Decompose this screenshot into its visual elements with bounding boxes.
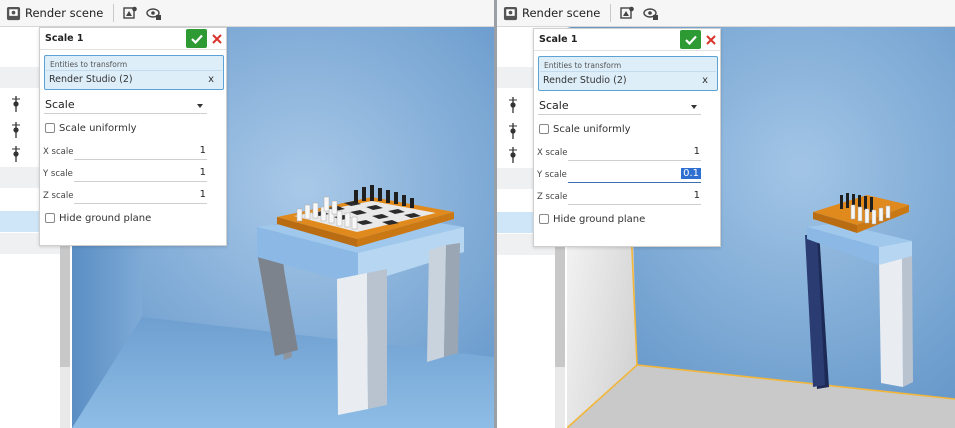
- y-scale-row: Y scale 0.1: [537, 167, 701, 184]
- entities-to-transform-field[interactable]: Entities to transform Render Studio (2) …: [44, 55, 224, 90]
- scrollbar-thumb[interactable]: [60, 237, 70, 367]
- dialog-header: Scale 1: [40, 28, 226, 50]
- mate-connector-icon: [509, 147, 517, 163]
- z-scale-input[interactable]: 1: [74, 188, 207, 204]
- y-scale-row: Y scale 1: [43, 166, 207, 183]
- scale-feature-dialog: Scale 1 Entities to transform Render Stu…: [533, 28, 721, 247]
- render-scene-label: Render scene: [522, 6, 601, 20]
- hide-ground-plane-checkbox[interactable]: Hide ground plane: [539, 212, 645, 226]
- checkbox-box[interactable]: [45, 213, 55, 223]
- z-scale-value: 1: [693, 190, 700, 201]
- toolbar-divider: [113, 4, 115, 22]
- hide-ground-plane-checkbox[interactable]: Hide ground plane: [45, 211, 151, 225]
- z-scale-label: Z scale: [43, 191, 74, 201]
- top-toolbar: Render scene: [0, 0, 494, 27]
- render-scene-label: Render scene: [25, 6, 104, 20]
- render-settings-icon: [123, 6, 138, 19]
- divider: [46, 70, 222, 71]
- accept-button[interactable]: [186, 29, 207, 48]
- accept-button[interactable]: [680, 30, 701, 49]
- remove-entity-button[interactable]: x: [702, 75, 708, 86]
- mate-connector-icon: [509, 123, 517, 139]
- scale-uniformly-checkbox[interactable]: Scale uniformly: [45, 121, 137, 135]
- x-scale-value: 1: [199, 145, 206, 156]
- render-settings-button[interactable]: [118, 0, 142, 27]
- mate-connector-icon: [12, 122, 20, 138]
- dialog-header: Scale 1: [534, 29, 720, 51]
- y-scale-label: Y scale: [537, 170, 567, 180]
- z-scale-input[interactable]: 1: [568, 189, 701, 205]
- x-scale-row: X scale 1: [537, 145, 701, 162]
- render-scene-button[interactable]: Render scene: [497, 0, 606, 27]
- y-scale-label: Y scale: [43, 169, 73, 179]
- right-viewport-pane: Render scene Scale 1 Entities to transfo…: [497, 0, 955, 428]
- x-scale-value: 1: [693, 146, 700, 157]
- entity-chip: Render Studio (2): [49, 74, 133, 85]
- render-view-icon: [643, 8, 659, 20]
- entities-label: Entities to transform: [50, 60, 128, 69]
- checkbox-box[interactable]: [539, 124, 549, 134]
- y-scale-input[interactable]: 1: [74, 166, 207, 182]
- render-view-button[interactable]: [142, 0, 166, 27]
- close-icon: [706, 34, 716, 45]
- remove-entity-button[interactable]: x: [208, 74, 214, 85]
- checkmark-icon: [684, 35, 697, 45]
- hide-ground-plane-label: Hide ground plane: [553, 213, 646, 225]
- z-scale-row: Z scale 1: [537, 189, 701, 206]
- entities-to-transform-field[interactable]: Entities to transform Render Studio (2) …: [538, 56, 718, 91]
- scale-uniformly-label: Scale uniformly: [59, 122, 137, 134]
- x-scale-label: X scale: [43, 147, 74, 157]
- checkbox-box[interactable]: [45, 123, 55, 133]
- y-scale-value: 1: [199, 167, 206, 178]
- x-scale-label: X scale: [537, 148, 568, 158]
- scale-uniformly-label: Scale uniformly: [553, 123, 631, 135]
- hide-ground-plane-label: Hide ground plane: [59, 212, 152, 224]
- scale-type-value: Scale: [45, 98, 75, 111]
- render-settings-icon: [620, 6, 635, 19]
- x-scale-row: X scale 1: [43, 144, 207, 161]
- close-icon: [212, 33, 222, 44]
- scale-type-select[interactable]: Scale: [538, 97, 701, 115]
- scale-type-value: Scale: [539, 99, 569, 112]
- render-scene-icon: [6, 6, 21, 20]
- dialog-title: Scale 1: [45, 33, 84, 44]
- mate-connector-icon: [12, 96, 20, 112]
- z-scale-label: Z scale: [537, 192, 568, 202]
- render-view-button[interactable]: [639, 0, 663, 27]
- top-toolbar: Render scene: [497, 0, 955, 27]
- y-scale-value: 0.1: [681, 168, 701, 179]
- mate-connector-icon: [509, 97, 517, 113]
- scale-uniformly-checkbox[interactable]: Scale uniformly: [539, 122, 631, 136]
- z-scale-row: Z scale 1: [43, 188, 207, 205]
- chevron-down-icon: [691, 105, 697, 109]
- checkbox-box[interactable]: [539, 214, 549, 224]
- scale-feature-dialog: Scale 1 Entities to transform Render Stu…: [39, 27, 227, 246]
- y-scale-input[interactable]: 0.1: [568, 167, 701, 183]
- scale-type-select[interactable]: Scale: [44, 96, 207, 114]
- entity-chip: Render Studio (2): [543, 75, 627, 86]
- mate-connector-icon: [12, 146, 20, 162]
- chevron-down-icon: [197, 104, 203, 108]
- checkmark-icon: [190, 34, 203, 44]
- render-settings-button[interactable]: [615, 0, 639, 27]
- toolbar-divider: [610, 4, 612, 22]
- entities-label: Entities to transform: [544, 61, 622, 70]
- x-scale-input[interactable]: 1: [568, 145, 701, 161]
- render-scene-icon: [503, 6, 518, 20]
- render-scene-button[interactable]: Render scene: [0, 0, 109, 27]
- z-scale-value: 1: [199, 189, 206, 200]
- left-viewport-pane: Render scene Scale 1 Entities to transfo…: [0, 0, 494, 428]
- divider: [540, 71, 716, 72]
- x-scale-input[interactable]: 1: [74, 144, 207, 160]
- scrollbar-thumb[interactable]: [555, 237, 565, 367]
- render-view-icon: [146, 8, 162, 20]
- cancel-button[interactable]: [209, 30, 225, 47]
- dialog-title: Scale 1: [539, 34, 578, 45]
- cancel-button[interactable]: [703, 31, 719, 48]
